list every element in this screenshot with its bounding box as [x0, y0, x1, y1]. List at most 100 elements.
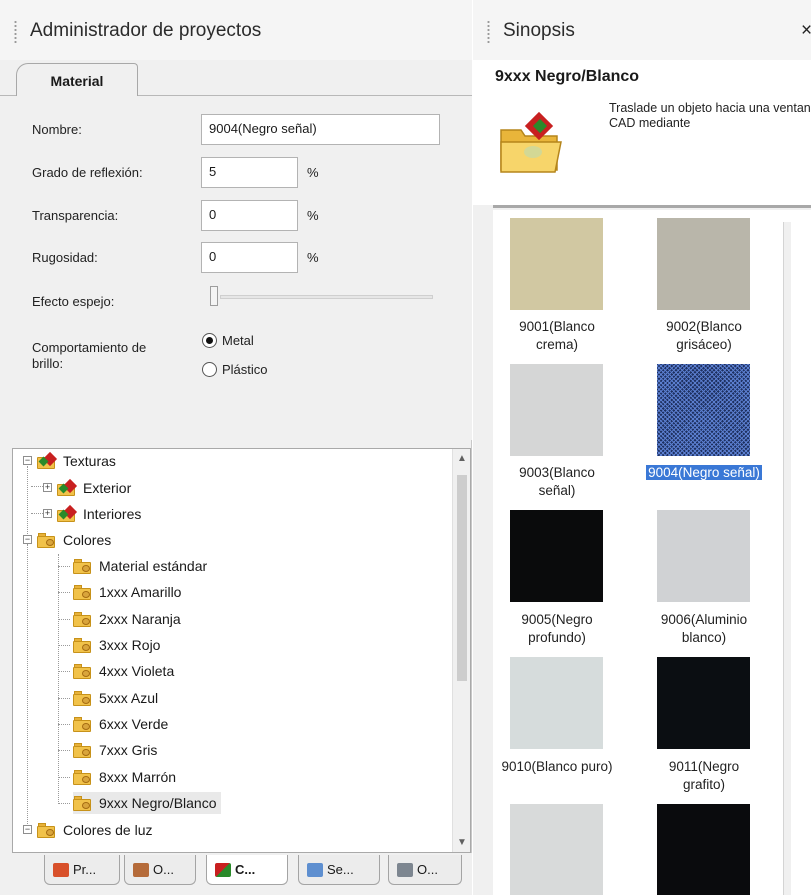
info-text: Traslade un objeto hacia una ventana CAD…: [609, 101, 811, 130]
reflection-field[interactable]: 5: [201, 157, 298, 188]
tab-material[interactable]: Material: [16, 63, 138, 97]
catalog-icon: [215, 862, 231, 877]
print-icon: [397, 862, 413, 877]
tab-settings[interactable]: Se...: [298, 855, 380, 885]
color-folder-icon: [73, 769, 93, 785]
expand-interiores-icon[interactable]: +: [43, 509, 52, 518]
synopsis-panel: Sinopsis × 9xxx Negro/Blanco Traslade un…: [473, 0, 811, 895]
material-tree[interactable]: − Texturas + Exterior + Interiores − Col…: [12, 448, 471, 853]
swatch-9001[interactable]: [510, 218, 603, 310]
name-field[interactable]: 9004(Negro señal): [201, 114, 440, 145]
swatch-next-light[interactable]: [510, 804, 603, 895]
swatch-label-9002: 9002(Blanco grisáceo): [666, 319, 742, 352]
gloss-label-line2: brillo:: [32, 356, 64, 371]
scrollbar-thumb[interactable]: [457, 475, 467, 681]
scroll-up-icon[interactable]: ▲: [457, 453, 467, 464]
color-folder-icon: [73, 690, 93, 706]
tree-item-colores-de-luz[interactable]: Colores de luz: [37, 819, 153, 841]
objects-icon: [133, 862, 149, 877]
collapse-texturas-icon[interactable]: −: [23, 456, 32, 465]
expand-exterior-icon[interactable]: +: [43, 483, 52, 492]
tree-item-8xxx[interactable]: 8xxx Marrón: [73, 766, 176, 788]
tab-catalog[interactable]: C...: [206, 855, 288, 885]
drag-grip-icon[interactable]: [487, 20, 490, 44]
tree-scrollbar[interactable]: ▲ ▼: [452, 449, 470, 852]
panel-title: Administrador de proyectos: [30, 20, 262, 41]
tab-project[interactable]: Pr...: [44, 855, 120, 885]
color-folder-icon: [37, 532, 57, 548]
swatch-label-9004: 9004(Negro señal): [646, 465, 762, 480]
swatch-9011[interactable]: [657, 657, 750, 749]
swatch-9006[interactable]: [657, 510, 750, 602]
catalog-folder-icon: [500, 111, 562, 173]
tree-item-colores[interactable]: Colores: [37, 529, 111, 551]
swatch-grid: 9001(Blanco crema) 9002(Blanco grisáceo) 9…: [493, 210, 811, 895]
roughness-percent: %: [307, 250, 319, 265]
tab-print[interactable]: O...: [388, 855, 462, 885]
reflection-percent: %: [307, 165, 319, 180]
tree-item-5xxx[interactable]: 5xxx Azul: [73, 687, 158, 709]
color-folder-icon: [73, 637, 93, 653]
bottom-tab-bar: Pr... O... C... Se... O...: [0, 853, 472, 895]
roughness-label: Rugosidad:: [32, 250, 98, 265]
drag-grip-icon[interactable]: [14, 20, 17, 44]
texture-folder-icon: [57, 478, 78, 496]
tree-item-exterior[interactable]: Exterior: [57, 477, 131, 499]
project-manager-header: Administrador de proyectos: [0, 0, 472, 60]
name-label: Nombre:: [32, 122, 82, 137]
tree-item-texturas[interactable]: Texturas: [37, 450, 116, 472]
mirror-label: Efecto espejo:: [32, 294, 115, 309]
plastic-radio-label[interactable]: Plástico: [222, 362, 268, 377]
tree-item-interiores[interactable]: Interiores: [57, 503, 141, 525]
close-icon[interactable]: ×: [801, 20, 811, 42]
swatch-9004-selected[interactable]: [657, 364, 750, 456]
texture-folder-icon: [37, 451, 58, 469]
synopsis-header: Sinopsis ×: [473, 0, 811, 60]
synopsis-title: Sinopsis: [503, 20, 575, 41]
swatch-label-9010: 9010(Blanco puro): [501, 759, 613, 774]
mirror-slider-track[interactable]: [220, 295, 433, 299]
tree-item-4xxx[interactable]: 4xxx Violeta: [73, 660, 174, 682]
mirror-slider-thumb[interactable]: [210, 286, 218, 306]
color-folder-icon: [73, 584, 93, 600]
transparency-percent: %: [307, 208, 319, 223]
reflection-label: Grado de reflexión:: [32, 165, 143, 180]
tree-item-3xxx[interactable]: 3xxx Rojo: [73, 634, 160, 656]
collapse-colores-de-luz-icon[interactable]: −: [23, 825, 32, 834]
tree-item-9xxx-selected[interactable]: 9xxx Negro/Blanco: [73, 792, 221, 814]
synopsis-info: 9xxx Negro/Blanco Traslade un objeto hac…: [473, 60, 811, 205]
tree-item-material-estandar[interactable]: Material estándar: [73, 555, 207, 577]
color-folder-icon: [73, 795, 93, 811]
scroll-down-icon[interactable]: ▼: [457, 837, 467, 848]
plastic-radio[interactable]: [202, 362, 217, 377]
swatch-9003[interactable]: [510, 364, 603, 456]
metal-radio-label[interactable]: Metal: [222, 333, 254, 348]
swatch-label-9006: 9006(Aluminio blanco): [660, 612, 748, 645]
tree-item-7xxx[interactable]: 7xxx Gris: [73, 739, 157, 761]
tab-objects[interactable]: O...: [124, 855, 196, 885]
tab-strip: Material: [0, 60, 472, 97]
color-folder-icon: [73, 716, 93, 732]
tree-item-6xxx[interactable]: 6xxx Verde: [73, 713, 168, 735]
swatch-label-9005: 9005(Negro profundo): [521, 612, 593, 645]
swatch-9010[interactable]: [510, 657, 603, 749]
divider: [493, 205, 811, 208]
swatch-next-dark[interactable]: [657, 804, 750, 895]
texture-folder-icon: [57, 504, 78, 522]
tree-item-1xxx[interactable]: 1xxx Amarillo: [73, 581, 181, 603]
transparency-field[interactable]: 0: [201, 200, 298, 231]
swatch-label-9011: 9011(Negro grafito): [668, 759, 740, 792]
swatch-9002[interactable]: [657, 218, 750, 310]
gloss-label-line1: Comportamiento de: [32, 340, 147, 355]
swatch-label-9003: 9003(Blanco señal): [519, 465, 595, 498]
color-folder-icon: [73, 558, 93, 574]
color-folder-icon: [73, 611, 93, 627]
swatch-label-9001: 9001(Blanco crema): [519, 319, 595, 352]
tree-item-2xxx[interactable]: 2xxx Naranja: [73, 608, 181, 630]
project-icon: [53, 862, 69, 877]
metal-radio[interactable]: [202, 333, 217, 348]
swatch-scrollbar[interactable]: [783, 222, 791, 895]
swatch-9005[interactable]: [510, 510, 603, 602]
collapse-colores-icon[interactable]: −: [23, 535, 32, 544]
roughness-field[interactable]: 0: [201, 242, 298, 273]
